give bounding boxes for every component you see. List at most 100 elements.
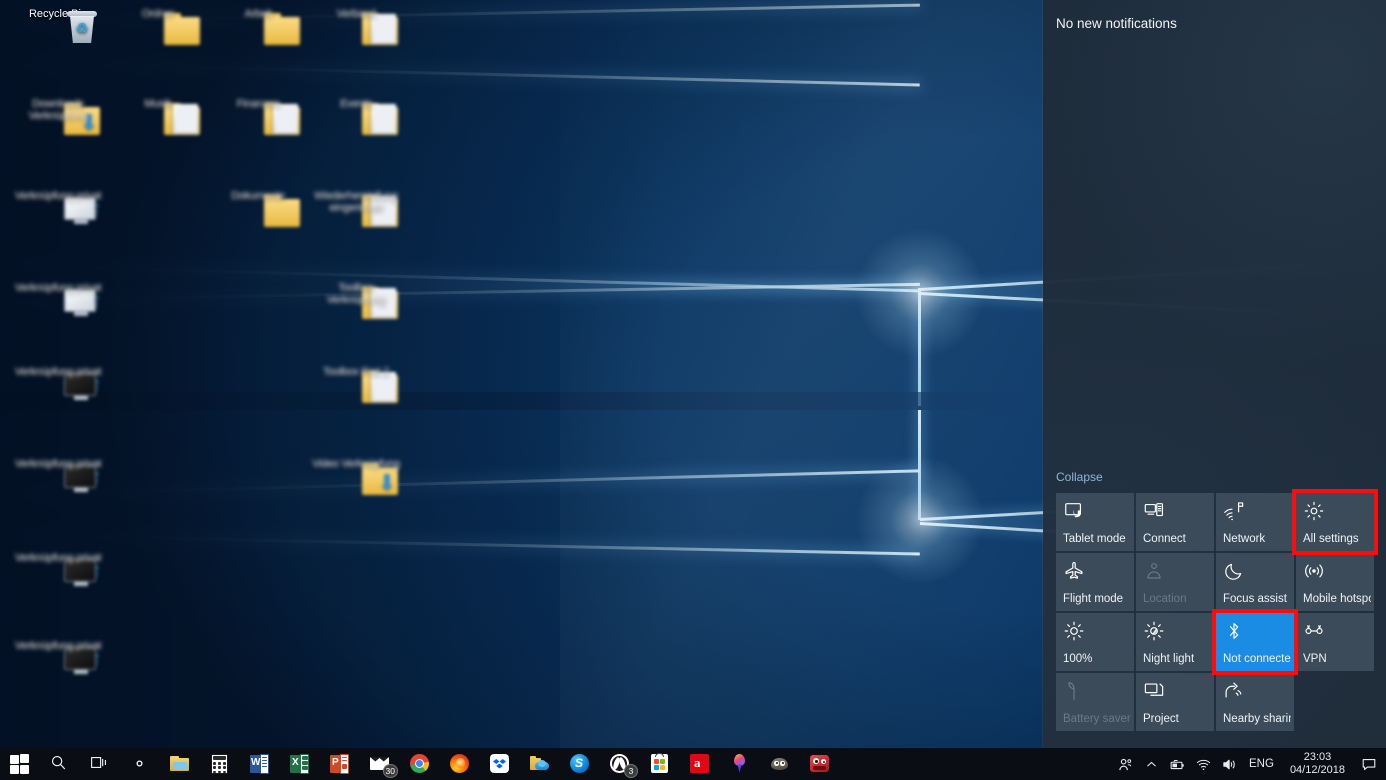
clock-date: 04/12/2018 xyxy=(1289,764,1345,776)
project-icon xyxy=(1143,680,1165,702)
gimp-app[interactable] xyxy=(760,748,800,780)
quick-action-tile[interactable]: Focus assist xyxy=(1216,553,1294,611)
excel-icon: X xyxy=(290,754,310,774)
clock[interactable]: 23:03 04/12/2018 xyxy=(1281,751,1354,777)
desktop-icon[interactable]: ᛏ Verknüpfung privat xyxy=(10,190,106,224)
desktop-icon-label: Downloads Verknüpfung xyxy=(28,98,88,122)
desktop-icon[interactable]: Arbeit xyxy=(210,8,306,45)
skype-app[interactable]: S xyxy=(560,748,600,780)
volume-icon[interactable] xyxy=(1216,748,1242,780)
desktop-icon[interactable]: Ordner xyxy=(110,8,206,45)
desktop-icon-label: Verband xyxy=(336,8,376,20)
quick-action-tile[interactable]: Not connected xyxy=(1212,609,1298,675)
red-app[interactable] xyxy=(800,748,840,780)
quick-action-tile[interactable]: Nearby sharing xyxy=(1216,673,1294,731)
quick-action-tile-empty xyxy=(1296,673,1374,731)
firefox-app[interactable] xyxy=(440,748,480,780)
action-center-icon[interactable] xyxy=(1354,748,1384,780)
firefox-icon xyxy=(450,754,470,774)
desktop-icon[interactable]: Finanzen xyxy=(210,98,306,135)
quick-action-tile[interactable]: 100% xyxy=(1056,613,1134,671)
taskbar-app-list: W X P 30 S 3 a xyxy=(0,748,840,780)
quick-actions-grid: Tablet mode Connect Network All settings Fli… xyxy=(1056,489,1378,731)
windows-logo-icon xyxy=(10,754,30,774)
language-indicator[interactable]: ENG xyxy=(1242,758,1281,770)
word-app[interactable]: W xyxy=(240,748,280,780)
wifi-icon[interactable] xyxy=(1190,748,1216,780)
quick-action-label: All settings xyxy=(1303,533,1359,545)
desktop-icon[interactable]: Toolbox Verknüpfung xyxy=(308,282,404,319)
desktop-icon[interactable]: Verband xyxy=(308,8,404,45)
quick-action-tile[interactable]: All settings xyxy=(1292,489,1378,555)
settings-app[interactable] xyxy=(120,748,160,780)
quick-action-label: 100% xyxy=(1063,653,1093,665)
excel-app[interactable]: X xyxy=(280,748,320,780)
quick-action-tile[interactable]: Flight mode xyxy=(1056,553,1134,611)
clock-time: 23:03 xyxy=(1303,751,1332,763)
desktop-icon[interactable]: ᛏ Verknüpfung privat xyxy=(10,640,106,674)
quick-action-tile[interactable]: Connect xyxy=(1136,493,1214,551)
desktop-icon[interactable]: Toolbox Part 2 xyxy=(308,366,404,403)
microsoft-store-app[interactable] xyxy=(640,748,680,780)
desktop-icon-label: Verknüpfung privat xyxy=(14,366,102,378)
xbox-app[interactable]: 3 xyxy=(600,748,640,780)
quick-action-tile[interactable]: Tablet mode xyxy=(1056,493,1134,551)
quick-action-tile[interactable]: Mobile hotspot xyxy=(1296,553,1374,611)
powerpoint-app[interactable]: P xyxy=(320,748,360,780)
notification-badge: 30 xyxy=(382,764,398,778)
gear-icon xyxy=(1303,500,1325,522)
desktop-icon-label: Verknüpfung privat xyxy=(14,282,102,294)
desktop-icon[interactable]: ᛏ Verknüpfung privat xyxy=(10,552,106,586)
desktop-icon-label: Events xyxy=(340,98,372,110)
desktop-icon[interactable]: ᛏ Verknüpfung privat xyxy=(10,458,106,492)
paint3d-app[interactable] xyxy=(720,748,760,780)
quick-action-label: Battery saver xyxy=(1063,713,1131,725)
desktop-icon[interactable]: Dokumente xyxy=(210,190,306,227)
mail-app[interactable]: 30 xyxy=(360,748,400,780)
desktop-icon[interactable]: Wiederherstellung eingerichtet xyxy=(308,190,404,227)
quick-action-label: Project xyxy=(1143,713,1179,725)
taskbar[interactable]: W X P 30 S 3 a ENG 23:03 04/12/2018 xyxy=(0,748,1386,780)
action-center-panel[interactable]: No new notifications Collapse Tablet mod… xyxy=(1043,0,1386,748)
onedrive-app[interactable] xyxy=(520,748,560,780)
desktop-icon[interactable]: Events xyxy=(308,98,404,135)
quick-action-tile[interactable]: Network xyxy=(1216,493,1294,551)
desktop-icon-label: Verknüpfung privat xyxy=(14,640,102,652)
desktop-icon[interactable]: ♻ Recycle Bin xyxy=(10,8,106,43)
chevron-up-icon[interactable] xyxy=(1138,748,1164,780)
avira-icon: a xyxy=(690,754,710,774)
quick-action-label: Focus assist xyxy=(1223,593,1287,605)
dropbox-app[interactable] xyxy=(480,748,520,780)
battery-icon[interactable] xyxy=(1164,748,1190,780)
quick-action-label: Flight mode xyxy=(1063,593,1124,605)
system-tray: ENG 23:03 04/12/2018 xyxy=(1112,748,1386,780)
quick-action-tile[interactable]: Night light xyxy=(1136,613,1214,671)
hotspot-icon xyxy=(1303,560,1325,582)
collapse-link[interactable]: Collapse xyxy=(1056,470,1103,484)
bluetooth-icon xyxy=(1223,620,1245,642)
paint3d-icon xyxy=(730,754,750,774)
task-view-button[interactable] xyxy=(80,748,120,780)
desktop-icon-label: Verknüpfung privat xyxy=(14,190,102,202)
chrome-app[interactable] xyxy=(400,748,440,780)
quick-action-tile: Location xyxy=(1136,553,1214,611)
start-button[interactable] xyxy=(0,748,40,780)
no-notifications-text: No new notifications xyxy=(1056,16,1177,31)
chrome-icon xyxy=(410,754,430,774)
desktop-icon-label: Video Verknüpfung xyxy=(312,458,400,470)
quick-action-tile[interactable]: VPN xyxy=(1296,613,1374,671)
search-button[interactable] xyxy=(40,748,80,780)
desktop-icon[interactable]: Musik xyxy=(110,98,206,135)
avira-app[interactable]: a xyxy=(680,748,720,780)
desktop-icon[interactable]: ⬇ Downloads Verknüpfung xyxy=(10,98,106,135)
desktop-icon[interactable]: ᛏ Verknüpfung privat xyxy=(10,282,106,316)
desktop-icon[interactable]: ᛏ Verknüpfung privat xyxy=(10,366,106,400)
moon-icon xyxy=(1223,560,1245,582)
quick-action-tile[interactable]: Project xyxy=(1136,673,1214,731)
desktop-icon[interactable]: ⬇ Video Verknüpfung xyxy=(308,458,404,495)
quick-action-label: Not connected xyxy=(1223,653,1291,665)
file-explorer-app[interactable] xyxy=(160,748,200,780)
calculator-app[interactable] xyxy=(200,748,240,780)
quick-action-label: Nearby sharing xyxy=(1223,713,1291,725)
people-icon[interactable] xyxy=(1112,748,1138,780)
